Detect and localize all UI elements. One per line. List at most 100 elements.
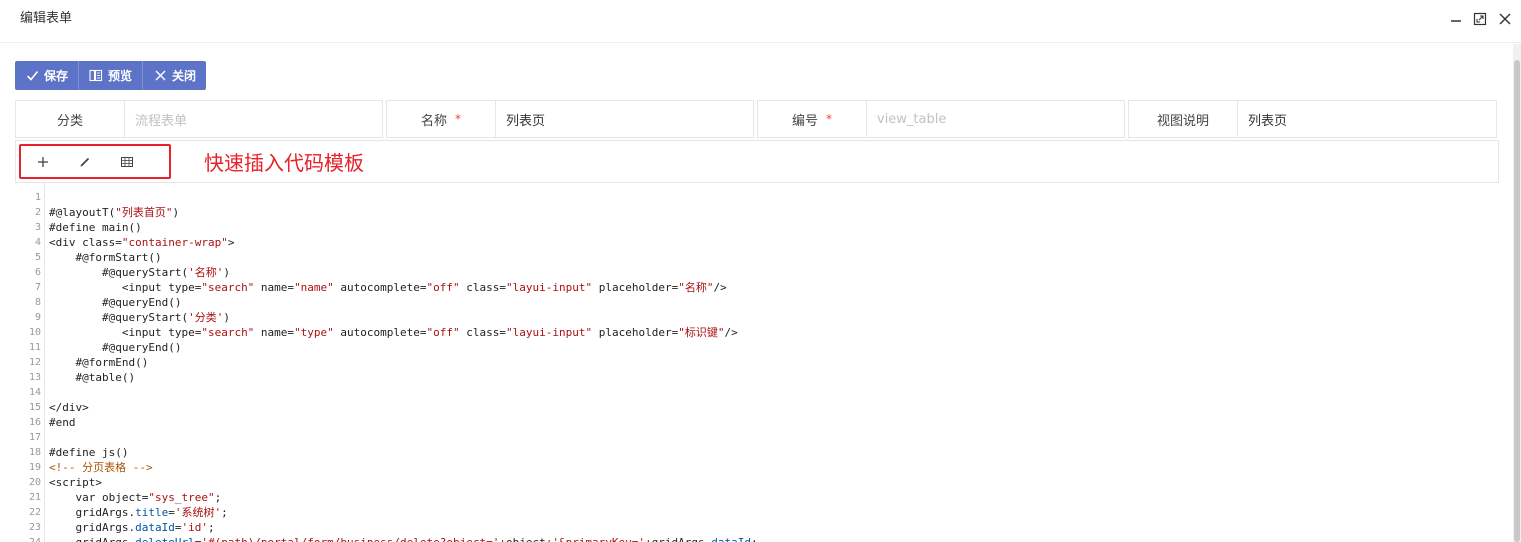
- code-line: 23 gridArgs.dataId='id';: [15, 520, 1499, 535]
- code-label: 编号 *: [758, 101, 867, 137]
- code-line: 16 #end: [15, 415, 1499, 430]
- edit-form-dialog: 编辑表单 保存 预览 关闭 分类 流程表单 名称 * 列表页 编号 * view…: [0, 0, 1521, 542]
- dialog-title: 编辑表单: [20, 11, 73, 26]
- line-number: 11: [28, 342, 41, 353]
- code-editor[interactable]: 1 2 #@layoutT("列表首页") 3 #define main() 4 <div …: [15, 183, 1499, 542]
- name-label: 名称 *: [387, 101, 496, 137]
- code-text: </div>: [49, 401, 89, 414]
- code-line: 3 #define main(): [15, 220, 1499, 235]
- code-text: var object="sys_tree";: [49, 491, 222, 504]
- close-button[interactable]: 关闭: [143, 61, 207, 90]
- code-line: 19 <!-- 分页表格 -->: [15, 460, 1499, 475]
- maximize-icon[interactable]: [1471, 10, 1489, 28]
- x-icon: [153, 69, 167, 83]
- line-number: 19: [28, 462, 41, 473]
- annotation-text: 快速插入代码模板: [204, 151, 364, 175]
- code-text: <div class="container-wrap">: [49, 236, 235, 249]
- code-line: 2 #@layoutT("列表首页"): [15, 205, 1499, 220]
- code-line: 24 gridArgs.deleteUrl='#(path)/portal/fo…: [15, 535, 1499, 542]
- code-line: 5 #@formStart(): [15, 250, 1499, 265]
- description-field: 视图说明 列表页: [1128, 100, 1497, 138]
- code-text: #@queryEnd(): [49, 341, 182, 354]
- code-line: 6 #@queryStart('名称'): [15, 265, 1499, 280]
- code-text: gridArgs.title='系统树';: [49, 506, 228, 519]
- name-label-text: 名称: [420, 113, 447, 129]
- vertical-scrollbar[interactable]: [1513, 44, 1521, 542]
- save-button[interactable]: 保存: [15, 61, 80, 90]
- code-line: 22 gridArgs.title='系统树';: [15, 505, 1499, 520]
- name-field: 名称 * 列表页: [386, 100, 754, 138]
- code-line: 20 <script>: [15, 475, 1499, 490]
- line-number: 20: [28, 477, 41, 488]
- line-number: 15: [28, 402, 41, 413]
- code-label-text: 编号: [791, 113, 818, 129]
- minimize-icon[interactable]: [1447, 10, 1465, 28]
- code-line: 8 #@queryEnd(): [15, 295, 1499, 310]
- code-line: 21 var object="sys_tree";: [15, 490, 1499, 505]
- code-line: 4 <div class="container-wrap">: [15, 235, 1499, 250]
- category-field: 分类 流程表单: [15, 100, 383, 138]
- line-number: 1: [34, 192, 41, 203]
- description-label: 视图说明: [1129, 101, 1238, 137]
- line-number: 22: [28, 507, 41, 518]
- code-line: 14: [15, 385, 1499, 400]
- line-number: 23: [28, 522, 41, 533]
- highlight-box: [19, 144, 171, 179]
- name-input[interactable]: 列表页: [496, 101, 753, 137]
- preview-button[interactable]: 预览: [79, 61, 144, 90]
- line-number: 5: [34, 252, 41, 263]
- code-text: #define main(): [49, 221, 142, 234]
- line-number: 6: [34, 267, 41, 278]
- line-number: 8: [34, 297, 41, 308]
- code-input[interactable]: view_table: [867, 101, 1124, 137]
- code-text: #end: [49, 416, 76, 429]
- code-text: #@table(): [49, 371, 136, 384]
- category-label: 分类: [16, 101, 125, 137]
- code-line: 10 <input type="search" name="type" auto…: [15, 325, 1499, 340]
- code-line: 12 #@formEnd(): [15, 355, 1499, 370]
- code-line: 9 #@queryStart('分类'): [15, 310, 1499, 325]
- code-text: #@formStart(): [49, 251, 162, 264]
- code-line: 18 #define js(): [15, 445, 1499, 460]
- code-line: 17: [15, 430, 1499, 445]
- title-bar: 编辑表单: [0, 0, 1521, 43]
- code-line: 15 </div>: [15, 400, 1499, 415]
- required-mark: *: [455, 112, 461, 126]
- line-number: 24: [15, 535, 41, 542]
- book-icon: [89, 69, 103, 83]
- close-icon[interactable]: [1496, 10, 1514, 28]
- line-number: 10: [28, 327, 41, 338]
- code-text: gridArgs.deleteUrl='#(path)/portal/form/…: [49, 535, 757, 542]
- line-number: 16: [28, 417, 41, 428]
- code-text: <script>: [49, 476, 102, 489]
- check-icon: [25, 69, 39, 83]
- code-text: gridArgs.dataId='id';: [49, 521, 215, 534]
- code-text: <input type="search" name="name" autocom…: [49, 281, 727, 294]
- close-label: 关闭: [172, 69, 197, 83]
- line-number: 18: [28, 447, 41, 458]
- code-text: #define js(): [49, 446, 129, 459]
- line-number: 7: [34, 282, 41, 293]
- description-input[interactable]: 列表页: [1238, 101, 1496, 137]
- scrollbar-thumb[interactable]: [1514, 60, 1520, 542]
- code-text: #@queryEnd(): [49, 296, 182, 309]
- code-text: #@layoutT("列表首页"): [49, 206, 180, 219]
- category-input[interactable]: 流程表单: [125, 101, 382, 137]
- code-text: #@queryStart('分类'): [49, 311, 230, 324]
- code-text: #@queryStart('名称'): [49, 266, 230, 279]
- code-text: <input type="search" name="type" autocom…: [49, 326, 738, 339]
- line-number: 9: [34, 312, 41, 323]
- code-line: 13 #@table(): [15, 370, 1499, 385]
- preview-label: 预览: [108, 69, 133, 83]
- required-mark: *: [826, 112, 832, 126]
- line-number: 4: [34, 237, 41, 248]
- save-label: 保存: [44, 69, 69, 83]
- code-line: 7 <input type="search" name="name" autoc…: [15, 280, 1499, 295]
- code-text: <!-- 分页表格 -->: [49, 461, 153, 474]
- line-number: 13: [28, 372, 41, 383]
- line-number: 21: [28, 492, 41, 503]
- action-button-group: 保存 预览 关闭: [15, 61, 207, 90]
- code-line: 11 #@queryEnd(): [15, 340, 1499, 355]
- line-number: 12: [28, 357, 41, 368]
- line-number: 17: [28, 432, 41, 443]
